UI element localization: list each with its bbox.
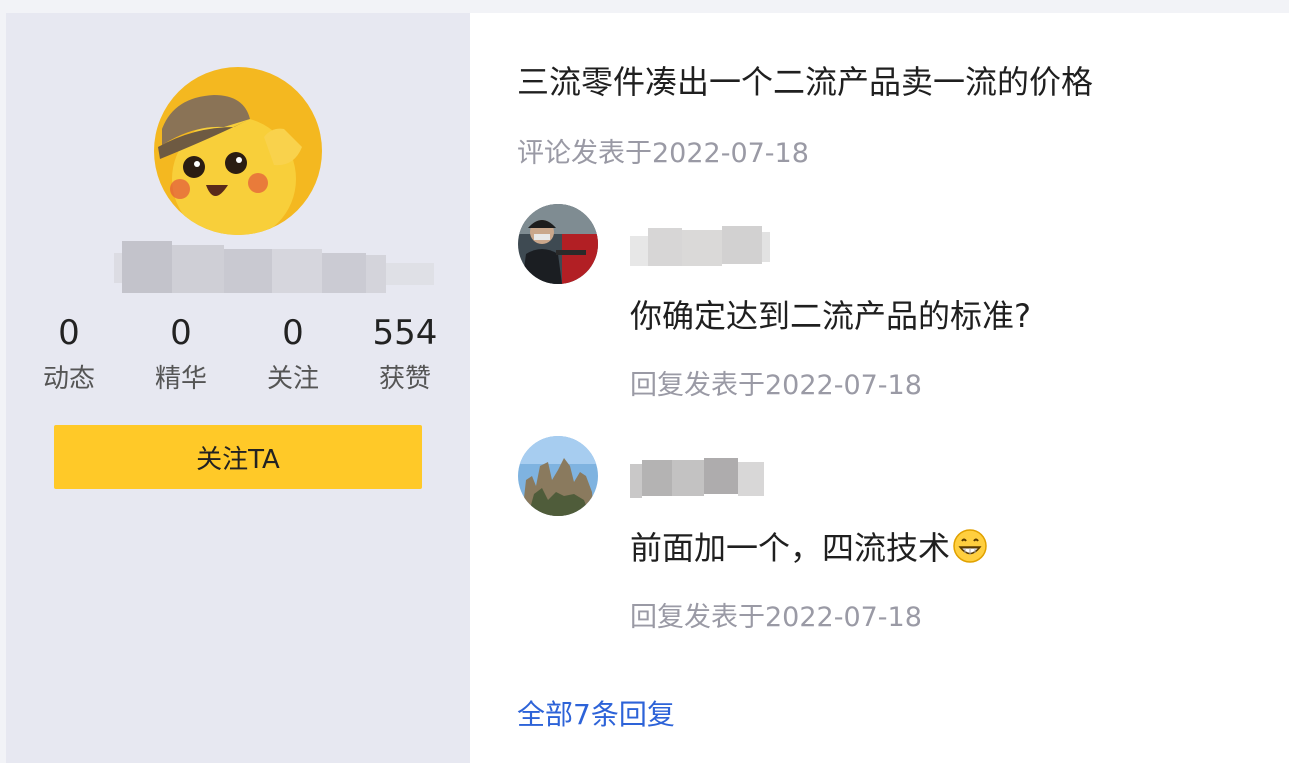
profile-sidebar: 0 动态 0 精华 0 关注 554 获赞 关注TA [6,13,470,763]
stat-value: 0 [282,313,304,353]
reply-timestamp: 回复发表于2022-07-18 [630,602,922,633]
stat-following[interactable]: 0 关注 [243,313,343,399]
stat-value: 554 [372,313,438,353]
reply-text-content: 前面加一个，四流技术 [630,529,951,567]
stat-likes[interactable]: 554 获赞 [355,313,455,399]
reply-avatar[interactable] [518,204,598,284]
post-title[interactable]: 三流零件凑出一个二流产品卖一流的价格 [517,57,1093,103]
stat-label: 关注 [266,364,319,394]
reply-avatar[interactable] [518,436,598,516]
stat-label: 获赞 [378,364,431,394]
stat-posts[interactable]: 0 动态 [19,313,119,399]
grinning-face-icon [953,529,987,563]
username-blurred [104,241,434,293]
all-replies-link[interactable]: 全部7条回复 [517,693,675,733]
stat-label: 精华 [154,364,207,394]
stat-label: 动态 [42,364,95,394]
reply-text: 前面加一个，四流技术 [630,523,988,569]
stat-value: 0 [58,313,80,353]
reply-text: 你确定达到二流产品的标准? [630,297,1031,335]
comment-thread: 三流零件凑出一个二流产品卖一流的价格 评论发表于2022-07-18 你确定达到… [470,13,1289,763]
reply-username-blurred [630,224,770,268]
stat-value: 0 [170,313,192,353]
follow-button[interactable]: 关注TA [54,425,422,489]
reply-timestamp: 回复发表于2022-07-18 [630,370,922,401]
profile-avatar[interactable] [154,67,322,235]
stat-featured[interactable]: 0 精华 [131,313,231,399]
comment-timestamp: 评论发表于2022-07-18 [517,138,809,169]
reply-username-blurred [630,456,770,500]
